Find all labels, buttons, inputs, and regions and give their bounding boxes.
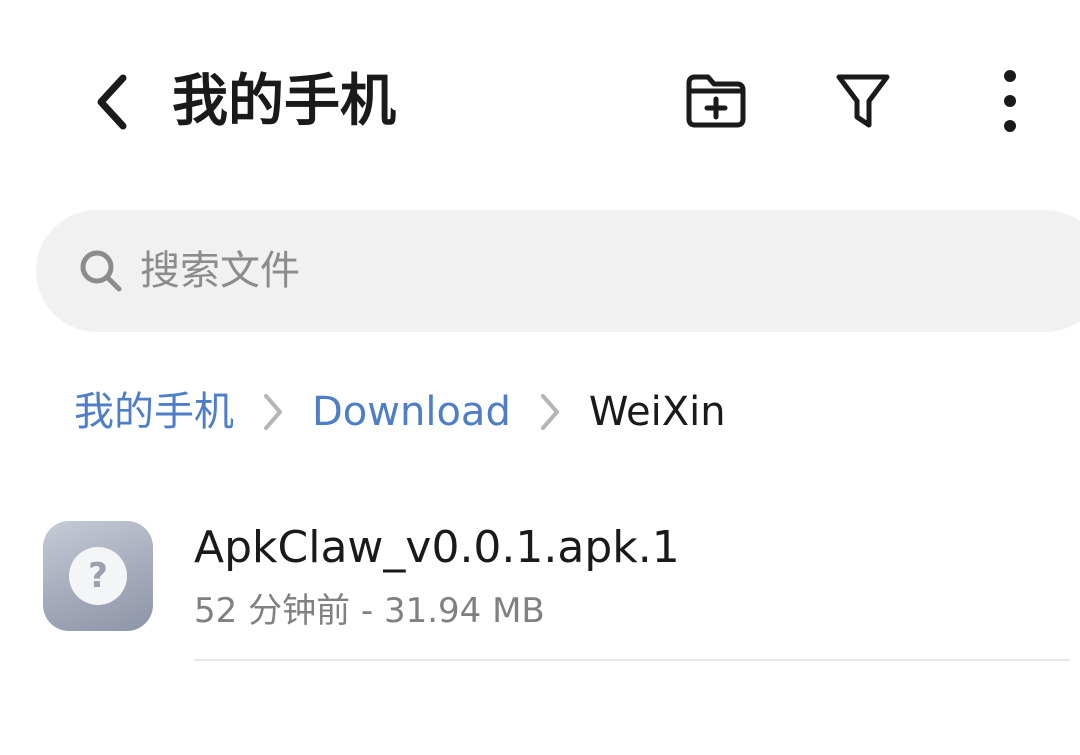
search-bar[interactable] [36, 210, 1080, 332]
file-manager-screen: 我的手机 我的手机 [0, 0, 1080, 755]
question-mark-icon: ? [69, 547, 127, 605]
breadcrumb-item-my-phone[interactable]: 我的手机 [74, 380, 234, 444]
chevron-right-icon [511, 380, 589, 444]
new-folder-icon [686, 74, 746, 128]
more-vertical-icon [1004, 70, 1016, 132]
new-folder-button[interactable] [680, 66, 752, 136]
unknown-file-icon: ? [43, 521, 153, 631]
breadcrumb: 我的手机 Download WeiXin [74, 380, 726, 444]
chevron-left-icon [97, 74, 127, 130]
divider [194, 659, 1070, 661]
page-title: 我的手机 [172, 69, 396, 134]
breadcrumb-item-download[interactable]: Download [312, 380, 511, 444]
file-name: ApkClaw_v0.0.1.apk.1 [194, 522, 680, 573]
file-meta: 52 分钟前 - 31.94 MB [194, 591, 545, 631]
filter-icon [836, 74, 890, 128]
more-options-button[interactable] [984, 62, 1036, 140]
filter-button[interactable] [828, 66, 898, 136]
breadcrumb-item-weixin: WeiXin [588, 389, 726, 435]
back-button[interactable] [78, 66, 144, 138]
search-icon [80, 250, 122, 292]
chevron-right-icon [234, 380, 312, 444]
search-input[interactable] [140, 236, 840, 306]
list-item[interactable]: ? ApkClaw_v0.0.1.apk.1 52 分钟前 - 31.94 MB [40, 512, 1080, 662]
